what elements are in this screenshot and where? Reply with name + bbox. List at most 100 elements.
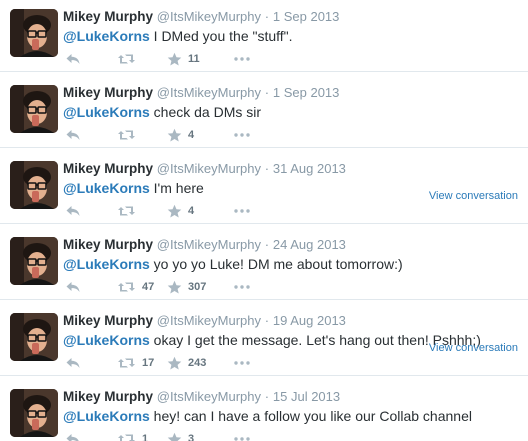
reply-button[interactable] (65, 431, 81, 441)
tweet[interactable]: Mikey Murphy @ItsMikeyMurphy · 24 Aug 20… (0, 224, 528, 300)
tweet-header: Mikey Murphy @ItsMikeyMurphy · 31 Aug 20… (63, 160, 346, 178)
tweet-actions: 47 307 (63, 279, 303, 295)
tweet[interactable]: Mikey Murphy @ItsMikeyMurphy · 15 Jul 20… (0, 376, 528, 441)
tweet-header: Mikey Murphy @ItsMikeyMurphy · 1 Sep 201… (63, 84, 339, 102)
favorite-button[interactable]: 3 (167, 431, 194, 441)
tweet-text: @LukeKorns okay I get the message. Let's… (63, 331, 481, 349)
tweet-stream: Mikey Murphy @ItsMikeyMurphy · 1 Sep 201… (0, 0, 528, 441)
timestamp[interactable]: 1 Sep 2013 (273, 9, 340, 24)
avatar[interactable] (10, 9, 58, 57)
mention-link[interactable]: @LukeKorns (63, 256, 150, 272)
mention-link[interactable]: @LukeKorns (63, 332, 150, 348)
reply-arrow-icon (66, 358, 80, 368)
more-button[interactable] (233, 279, 251, 295)
reply-button[interactable] (65, 203, 81, 219)
star-icon (167, 128, 182, 141)
avatar[interactable] (10, 237, 58, 285)
separator-dot: · (264, 85, 270, 100)
more-button[interactable] (233, 355, 251, 371)
avatar-image (10, 237, 58, 285)
more-dots-icon (234, 57, 250, 61)
star-icon (167, 52, 182, 65)
favorite-button[interactable]: 243 (167, 355, 206, 371)
star-icon (167, 432, 182, 441)
retweet-button[interactable]: 1 (117, 431, 148, 441)
favorite-button[interactable]: 307 (167, 279, 206, 295)
timestamp[interactable]: 24 Aug 2013 (273, 237, 346, 252)
timestamp[interactable]: 19 Aug 2013 (273, 313, 346, 328)
username[interactable]: @ItsMikeyMurphy (157, 389, 261, 404)
username[interactable]: @ItsMikeyMurphy (157, 313, 261, 328)
retweet-button[interactable]: 17 (117, 355, 154, 371)
avatar[interactable] (10, 161, 58, 209)
timestamp[interactable]: 31 Aug 2013 (273, 161, 346, 176)
retweet-button[interactable] (117, 203, 142, 219)
username[interactable]: @ItsMikeyMurphy (157, 237, 261, 252)
tweet-actions: 4 (63, 127, 303, 143)
retweet-count: 1 (142, 433, 149, 441)
separator-dot: · (264, 9, 270, 24)
avatar-image (10, 313, 58, 361)
fullname[interactable]: Mikey Murphy (63, 313, 153, 328)
favorite-button[interactable]: 11 (167, 51, 200, 67)
more-button[interactable] (233, 431, 251, 441)
view-conversation-link[interactable]: View conversation (429, 190, 518, 202)
retweet-icon (118, 358, 135, 368)
avatar[interactable] (10, 389, 58, 437)
separator-dot: · (264, 389, 270, 404)
avatar[interactable] (10, 85, 58, 133)
star-icon (167, 280, 182, 293)
view-conversation-link[interactable]: View conversation (429, 342, 518, 354)
more-button[interactable] (233, 51, 251, 67)
reply-button[interactable] (65, 355, 81, 371)
tweet[interactable]: Mikey Murphy @ItsMikeyMurphy · 31 Aug 20… (0, 148, 528, 224)
fullname[interactable]: Mikey Murphy (63, 9, 153, 24)
reply-arrow-icon (66, 282, 80, 292)
tweet[interactable]: Mikey Murphy @ItsMikeyMurphy · 19 Aug 20… (0, 300, 528, 376)
avatar-image (10, 85, 58, 133)
reply-button[interactable] (65, 51, 81, 67)
mention-link[interactable]: @LukeKorns (63, 408, 150, 424)
mention-link[interactable]: @LukeKorns (63, 180, 150, 196)
retweet-icon (118, 206, 135, 216)
tweet-text: @LukeKorns I'm here (63, 179, 204, 197)
reply-button[interactable] (65, 127, 81, 143)
retweet-icon (118, 282, 135, 292)
timestamp[interactable]: 15 Jul 2013 (273, 389, 340, 404)
fullname[interactable]: Mikey Murphy (63, 389, 153, 404)
tweet-actions: 4 (63, 203, 303, 219)
star-icon (167, 204, 182, 217)
avatar-image (10, 9, 58, 57)
retweet-button[interactable] (117, 51, 142, 67)
favorite-count: 243 (188, 357, 207, 369)
tweet-actions: 17 243 (63, 355, 303, 371)
reply-button[interactable] (65, 279, 81, 295)
tweet-body: hey! can I have a follow you like our Co… (149, 408, 472, 424)
retweet-button[interactable]: 47 (117, 279, 154, 295)
avatar-image (10, 389, 58, 437)
tweet-text: @LukeKorns I DMed you the "stuff". (63, 27, 293, 45)
favorite-count: 4 (188, 205, 195, 217)
avatar[interactable] (10, 313, 58, 361)
username[interactable]: @ItsMikeyMurphy (157, 161, 261, 176)
tweet[interactable]: Mikey Murphy @ItsMikeyMurphy · 1 Sep 201… (0, 72, 528, 148)
tweet[interactable]: Mikey Murphy @ItsMikeyMurphy · 1 Sep 201… (0, 0, 528, 72)
separator-dot: · (264, 313, 270, 328)
mention-link[interactable]: @LukeKorns (63, 28, 150, 44)
timestamp[interactable]: 1 Sep 2013 (273, 85, 340, 100)
retweet-button[interactable] (117, 127, 142, 143)
fullname[interactable]: Mikey Murphy (63, 161, 153, 176)
more-button[interactable] (233, 203, 251, 219)
username[interactable]: @ItsMikeyMurphy (157, 85, 261, 100)
favorite-button[interactable]: 4 (167, 203, 194, 219)
separator-dot: · (264, 161, 270, 176)
fullname[interactable]: Mikey Murphy (63, 237, 153, 252)
more-button[interactable] (233, 127, 251, 143)
favorite-button[interactable]: 4 (167, 127, 194, 143)
username[interactable]: @ItsMikeyMurphy (157, 9, 261, 24)
tweet-text: @LukeKorns yo yo yo Luke! DM me about to… (63, 255, 403, 273)
fullname[interactable]: Mikey Murphy (63, 85, 153, 100)
mention-link[interactable]: @LukeKorns (63, 104, 150, 120)
tweet-text: @LukeKorns hey! can I have a follow you … (63, 407, 472, 425)
retweet-count: 17 (142, 357, 155, 369)
